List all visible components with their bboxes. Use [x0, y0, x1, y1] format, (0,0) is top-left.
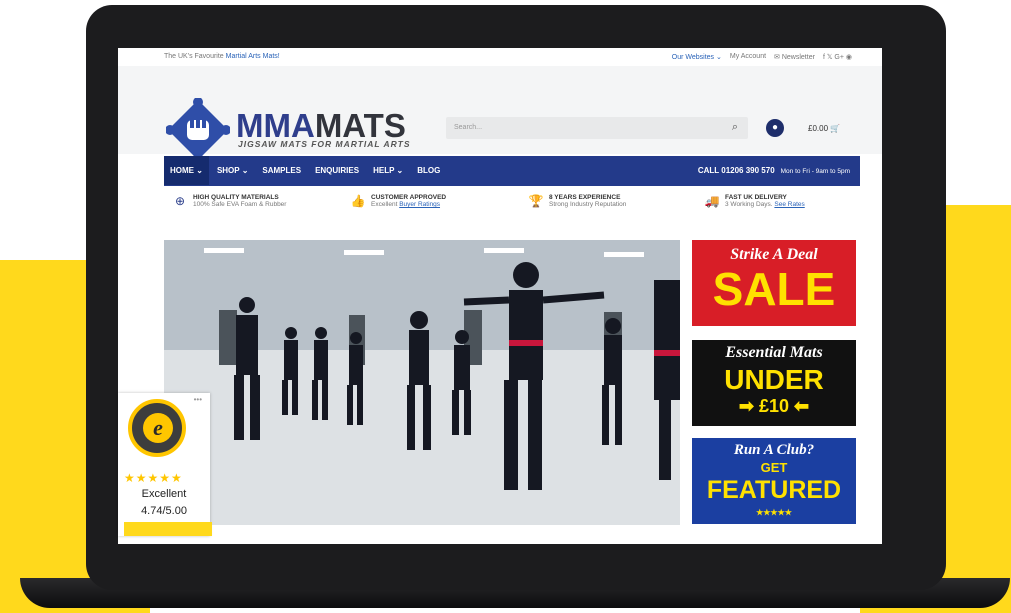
usp-subtitle: Excellent	[371, 201, 398, 208]
rating-stars: ★★★★★	[124, 471, 183, 485]
nav-item-enquiries[interactable]: ENQUIRIES	[315, 166, 359, 175]
usp-strip: ⊕ HIGH QUALITY MATERIALS 100% Safe EVA Fo…	[164, 194, 860, 224]
newsletter-link[interactable]: ✉ Newsletter	[774, 53, 815, 61]
essential-mats-banner[interactable]: Essential Mats UNDER ➡ £10 ⬅	[692, 340, 856, 426]
martial-arts-class-photo	[164, 240, 680, 525]
usp-experience: 🏆 8 YEARS EXPERIENCE Strong Industry Repu…	[528, 194, 627, 208]
my-account-link[interactable]: My Account	[730, 53, 766, 61]
search-plus-icon: ⊕	[174, 194, 186, 208]
thumbs-up-icon: 👍	[350, 194, 366, 208]
search-icon[interactable]: ⌕	[732, 121, 738, 134]
top-tagline-link[interactable]: Martial Arts Mats!	[226, 53, 280, 60]
club-banner-subtitle: Run A Club?	[733, 442, 815, 458]
nav-item-blog[interactable]: BLOG	[417, 166, 440, 175]
main-nav: HOME ⌄ SHOP ⌄ SAMPLES ENQUIRIES HELP ⌄ B…	[164, 156, 860, 186]
club-banner-stars: ★★★★★	[756, 508, 792, 517]
sale-banner-title: SALE	[712, 263, 836, 315]
site-header: MMAMATS JIGSAW MATS FOR MARTIAL ARTS Sea…	[118, 66, 882, 162]
usp-subtitle: 3 Working Days.	[725, 201, 773, 208]
brand-tagline: JIGSAW MATS FOR MARTIAL ARTS	[238, 139, 411, 149]
cart-total: £0.00	[808, 124, 829, 133]
buyer-ratings-link[interactable]: Buyer Ratings	[399, 201, 440, 208]
nav-item-samples[interactable]: SAMPLES	[262, 166, 301, 175]
website-screen: The UK's Favourite Martial Arts Mats! Ou…	[118, 48, 882, 544]
featured-club-banner[interactable]: Run A Club? GET FEATURED ★★★★★	[692, 438, 856, 524]
usp-materials: ⊕ HIGH QUALITY MATERIALS 100% Safe EVA Fo…	[172, 194, 287, 208]
search-input[interactable]: Search... ⌕	[446, 117, 748, 139]
nav-item-home[interactable]: HOME ⌄	[164, 156, 209, 185]
account-icon[interactable]: ●	[766, 119, 784, 137]
call-info[interactable]: CALL 01206 390 570 Mon to Fri - 9am to 5p…	[698, 166, 850, 175]
essential-banner-price: ➡ £10 ⬅	[738, 396, 810, 416]
cart-button[interactable]: £0.00 🛒	[808, 124, 840, 133]
see-rates-link[interactable]: See Rates	[774, 201, 804, 208]
truck-icon: 🚚	[704, 194, 720, 208]
sale-banner[interactable]: Strike A Deal SALE	[692, 240, 856, 326]
usp-title: CUSTOMER APPROVED	[371, 194, 447, 201]
essential-banner-title: UNDER	[724, 364, 824, 395]
nav-item-help[interactable]: HELP ⌄	[373, 166, 403, 175]
usp-approved: 👍 CUSTOMER APPROVED Excellent Buyer Ratin…	[350, 194, 447, 208]
our-websites-dropdown[interactable]: Our Websites ⌄	[672, 53, 722, 61]
cart-icon: 🛒	[830, 124, 841, 133]
trophy-icon: 🏆	[528, 194, 544, 208]
trusted-shops-seal-icon: e	[128, 399, 186, 457]
sale-banner-subtitle: Strike A Deal	[730, 246, 818, 263]
hero-image[interactable]	[164, 240, 680, 525]
nav-item-shop[interactable]: SHOP ⌄	[217, 166, 248, 175]
trust-menu-icon[interactable]: •••	[194, 395, 202, 404]
nav-items: HOME ⌄ SHOP ⌄ SAMPLES ENQUIRIES HELP ⌄ B…	[164, 156, 440, 185]
top-tagline: The UK's Favourite Martial Arts Mats!	[164, 53, 280, 60]
usp-title: FAST UK DELIVERY	[725, 194, 787, 201]
top-tagline-text: The UK's Favourite	[164, 53, 224, 60]
top-links: Our Websites ⌄ My Account ✉ Newsletter f…	[672, 53, 852, 61]
trust-badge-tab	[124, 522, 212, 536]
mmamats-logo-icon[interactable]	[166, 98, 230, 162]
rating-label: Excellent	[141, 488, 187, 500]
usp-subtitle: 100% Safe EVA Foam & Rubber	[193, 201, 287, 208]
usp-title: 8 YEARS EXPERIENCE	[549, 194, 621, 201]
search-placeholder: Search...	[454, 124, 483, 131]
usp-delivery: 🚚 FAST UK DELIVERY 3 Working Days. See Ra…	[704, 194, 805, 208]
usp-subtitle: Strong Industry Reputation	[549, 201, 627, 208]
club-banner-get: GET	[760, 460, 788, 475]
top-bar: The UK's Favourite Martial Arts Mats! Ou…	[118, 48, 882, 66]
phone-number: CALL 01206 390 570	[697, 166, 775, 175]
opening-hours: Mon to Fri - 9am to 5pm	[780, 168, 850, 175]
usp-title: HIGH QUALITY MATERIALS	[193, 194, 279, 201]
club-banner-title: FEATURED	[706, 476, 842, 504]
seal-letter: e	[143, 413, 173, 443]
page-stage: The UK's Favourite Martial Arts Mats! Ou…	[0, 0, 1011, 613]
rating-score: 4.74/5.00	[141, 505, 187, 517]
trusted-shops-badge[interactable]: ••• e ★★★★★ Excellent 4.74/5.00	[118, 393, 210, 536]
social-icons[interactable]: f 𝕏 G+ ◉	[823, 53, 852, 61]
essential-banner-subtitle: Essential Mats	[725, 344, 823, 361]
